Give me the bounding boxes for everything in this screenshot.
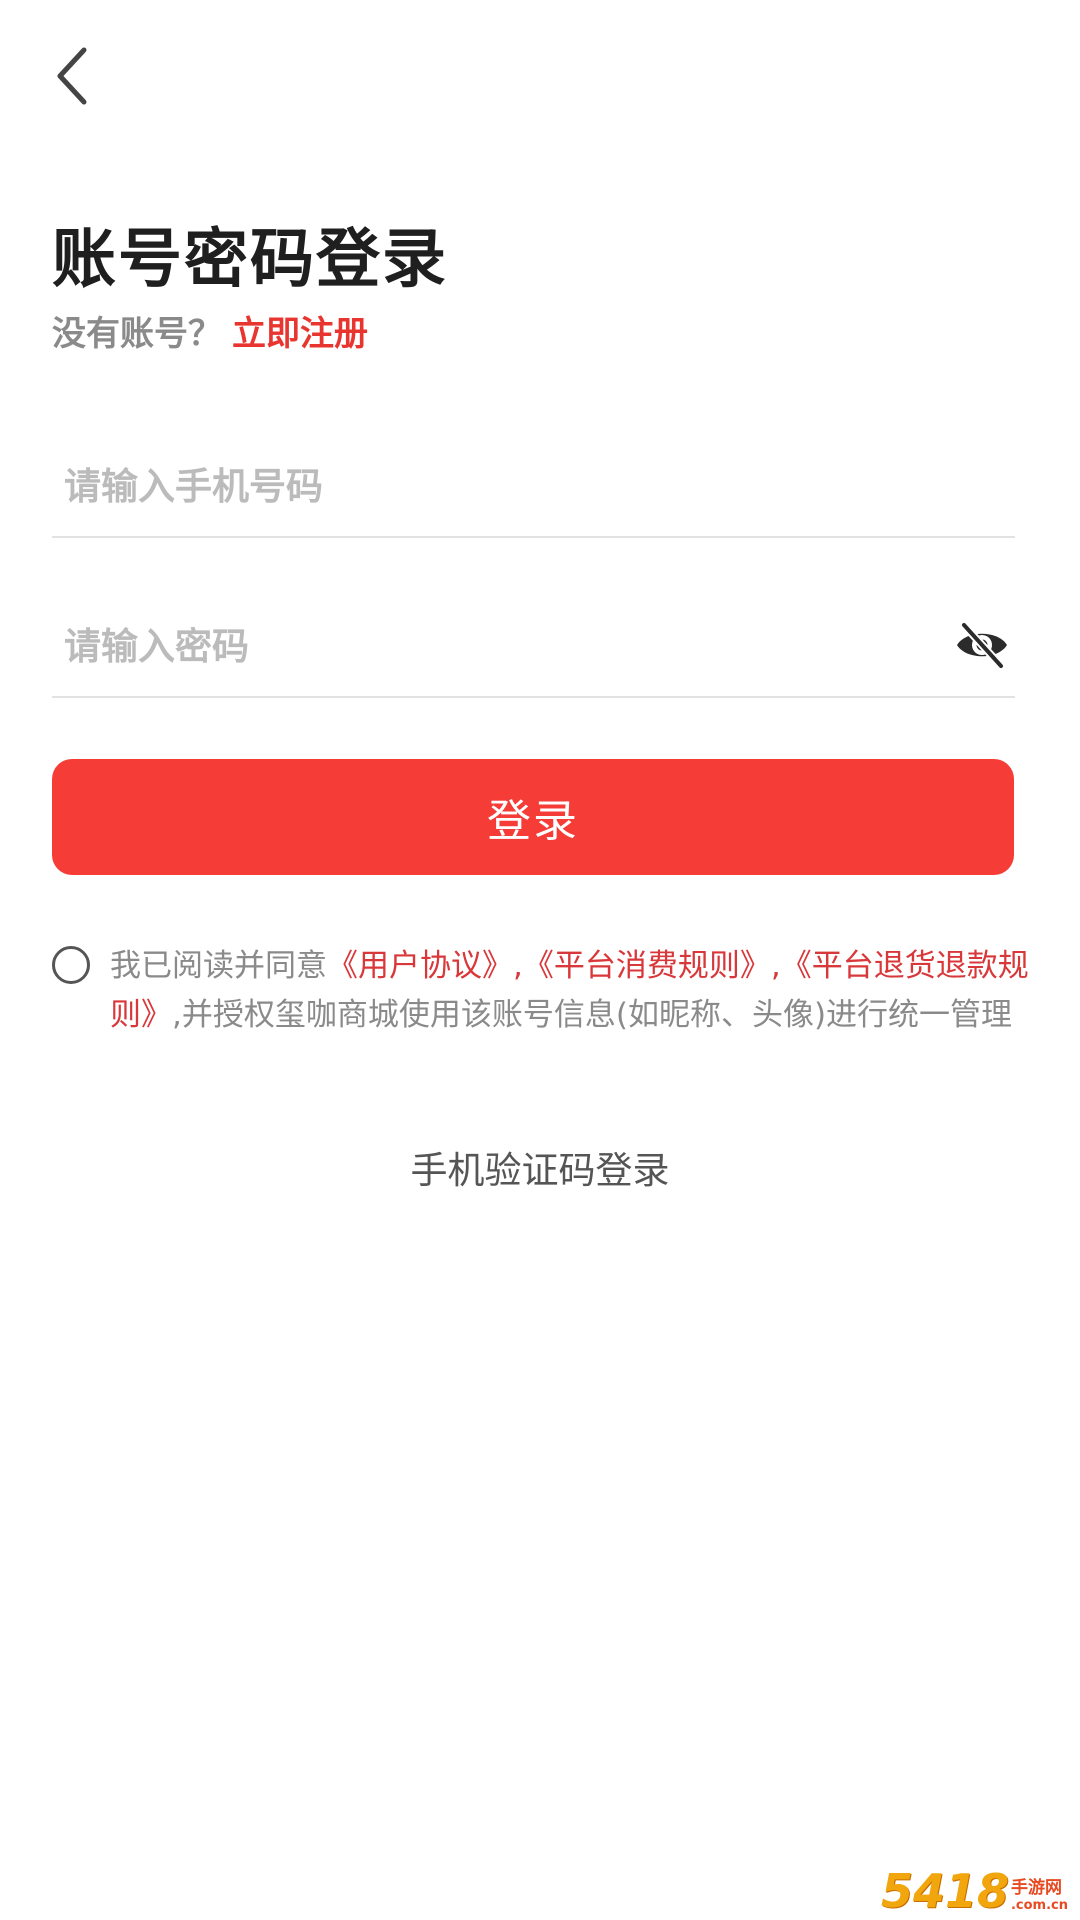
watermark-logo: 5418 bbox=[880, 1864, 1009, 1918]
login-button[interactable]: 登录 bbox=[52, 759, 1014, 875]
agreement-suffix: ,并授权玺咖商城使用该账号信息(如昵称、头像)进行统一管理 bbox=[172, 997, 1013, 1033]
password-input[interactable] bbox=[64, 606, 924, 686]
register-link[interactable]: 立即注册 bbox=[232, 314, 368, 354]
page-title: 账号密码登录 bbox=[52, 223, 448, 297]
watermark-text: 手游网 .com.cn bbox=[1011, 1878, 1068, 1914]
sms-login-link[interactable]: 手机验证码登录 bbox=[0, 1140, 1080, 1194]
agreement-separator: , bbox=[513, 948, 523, 984]
password-visibility-toggle[interactable] bbox=[951, 614, 1013, 676]
agreement-text: 我已阅读并同意《用户协议》,《平台消费规则》,《平台退货退款规则》,并授权玺咖商… bbox=[110, 942, 1030, 1040]
chevron-left-icon bbox=[57, 47, 87, 105]
password-field bbox=[52, 596, 1015, 698]
back-button[interactable] bbox=[44, 44, 100, 108]
watermark-cn: 手游网 bbox=[1010, 1878, 1062, 1898]
agreement-prefix: 我已阅读并同意 bbox=[110, 948, 327, 984]
eye-slash-icon bbox=[957, 621, 1007, 670]
register-line: 没有账号？ 立即注册 bbox=[52, 312, 368, 356]
consumption-rules-link[interactable]: 《平台消费规则》 bbox=[523, 948, 771, 984]
watermark-domain: .com.cn bbox=[1010, 1898, 1068, 1913]
user-agreement-link[interactable]: 《用户协议》 bbox=[327, 948, 513, 984]
agreement-checkbox[interactable] bbox=[52, 946, 90, 984]
agreement-separator: , bbox=[770, 948, 781, 984]
phone-field bbox=[52, 436, 1015, 538]
register-prompt: 没有账号？ bbox=[52, 314, 222, 354]
watermark: 5418 手游网 .com.cn bbox=[881, 1868, 1068, 1914]
phone-input[interactable] bbox=[64, 446, 924, 526]
